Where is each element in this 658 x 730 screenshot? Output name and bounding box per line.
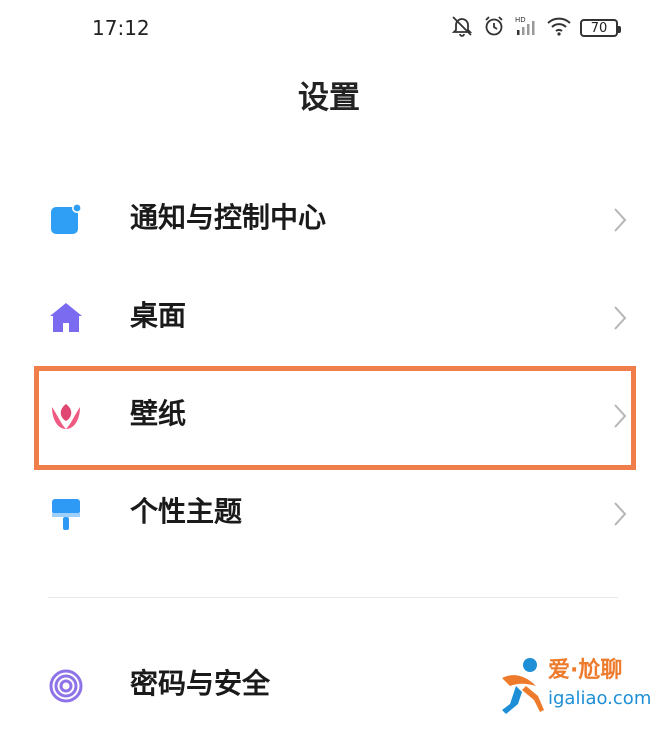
watermark-brand: 爱·尬聊 — [548, 658, 623, 683]
settings-item-label: 壁纸 — [130, 397, 187, 430]
status-time: 17:12 — [92, 16, 150, 40]
section-divider — [48, 597, 618, 598]
hd-signal-icon: HD — [514, 14, 538, 42]
settings-item-label: 密码与安全 — [130, 667, 271, 700]
status-icons: HD 70 — [450, 14, 621, 42]
battery-icon: 70 — [580, 19, 621, 37]
watermark-logo: 爱·尬聊 igaliao.com — [496, 652, 658, 718]
chevron-right-icon — [612, 206, 628, 234]
fingerprint-icon — [48, 668, 84, 704]
runner-icon — [502, 658, 544, 714]
status-bar: 17:12 HD 70 — [0, 0, 658, 56]
chevron-right-icon — [612, 402, 628, 430]
wifi-icon — [546, 14, 572, 42]
settings-item-label: 个性主题 — [130, 495, 243, 528]
chevron-right-icon — [612, 500, 628, 528]
notification-icon — [48, 202, 84, 238]
home-icon — [48, 300, 84, 336]
settings-item-home-screen[interactable]: 桌面 — [0, 274, 658, 362]
battery-level: 70 — [590, 20, 608, 36]
paint-roller-icon — [48, 496, 84, 532]
settings-item-notifications[interactable]: 通知与控制中心 — [0, 176, 658, 264]
tulip-icon — [48, 398, 84, 434]
chevron-right-icon — [612, 304, 628, 332]
watermark-url: igaliao.com — [548, 688, 652, 709]
page-title: 设置 — [298, 80, 360, 116]
alarm-icon — [482, 14, 506, 42]
svg-text:HD: HD — [515, 16, 526, 24]
settings-item-wallpaper[interactable]: 壁纸 — [0, 372, 658, 460]
settings-item-themes[interactable]: 个性主题 — [0, 470, 658, 558]
silent-bell-icon — [450, 14, 474, 42]
settings-item-label: 通知与控制中心 — [130, 201, 327, 234]
settings-item-label: 桌面 — [130, 299, 187, 332]
